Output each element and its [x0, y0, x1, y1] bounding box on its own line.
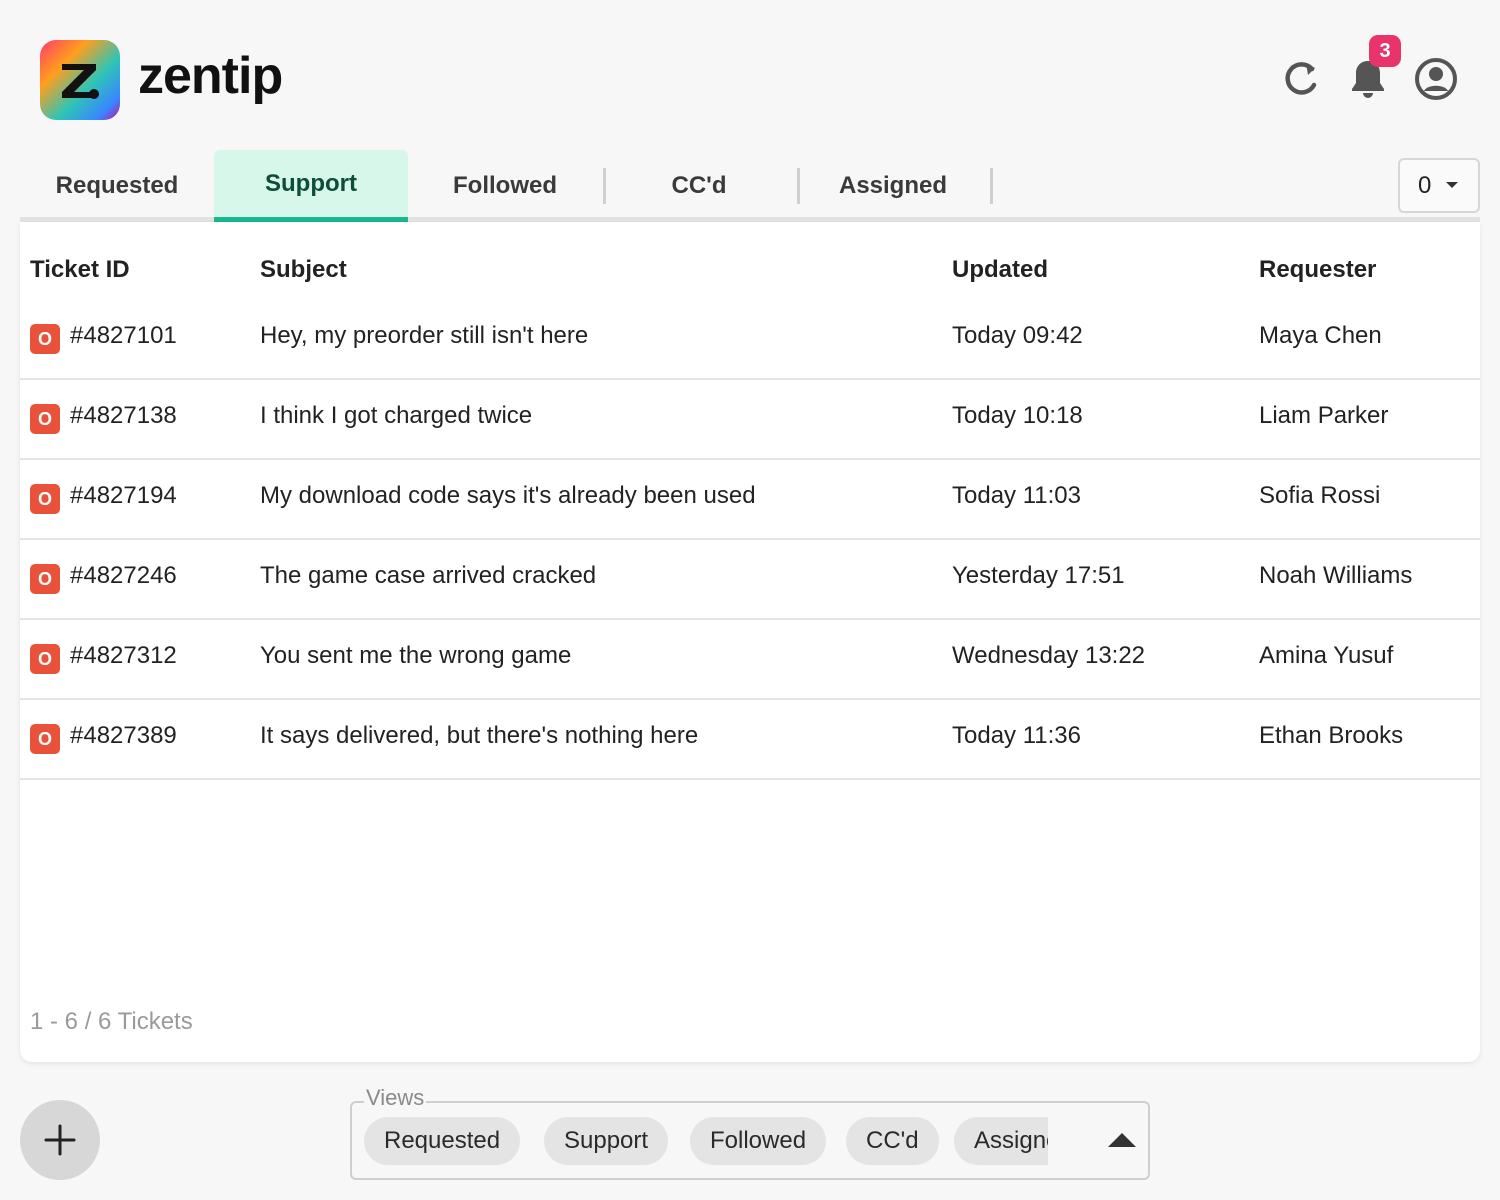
ticket-updated: Wednesday 13:22 — [952, 642, 1146, 669]
count-select[interactable]: 0 — [1398, 158, 1480, 213]
status-open-icon: O — [30, 484, 60, 514]
table-row[interactable]: O #4827312 You sent me the wrong game We… — [20, 620, 1480, 700]
ticket-requester: Noah Williams — [1259, 562, 1413, 589]
ticket-updated: Today 10:18 — [952, 402, 1083, 429]
add-ticket-button[interactable] — [20, 1100, 100, 1180]
views-selector: Requested Support Followed CC'd Assigned — [350, 1101, 1150, 1180]
tab-support[interactable]: Support — [214, 150, 408, 222]
caret-up-icon[interactable] — [1108, 1133, 1136, 1147]
ticket-requester: Amina Yusuf — [1259, 642, 1394, 669]
ticket-updated: Today 09:42 — [952, 322, 1083, 349]
views-label: Views — [364, 1085, 427, 1111]
ticket-updated: Today 11:03 — [952, 482, 1081, 509]
ticket-id: #4827312 — [70, 642, 177, 669]
table-row[interactable]: O #4827389 It says delivered, but there'… — [20, 700, 1480, 780]
tab-requested[interactable]: Requested — [20, 150, 214, 222]
tab-ccd[interactable]: CC'd — [602, 150, 796, 222]
ticket-updated: Yesterday 17:51 — [952, 562, 1125, 589]
ticket-id: #4827246 — [70, 562, 177, 589]
tab-divider — [990, 168, 993, 204]
tab-followed[interactable]: Followed — [408, 150, 602, 222]
ticket-requester: Liam Parker — [1259, 402, 1389, 429]
brand-name: zentip — [138, 47, 283, 105]
ticket-subject: It says delivered, but there's nothing h… — [260, 722, 699, 749]
status-open-icon: O — [30, 564, 60, 594]
chevron-down-icon — [1446, 182, 1458, 188]
tab-bar: Requested Support Followed CC'd Assigned — [20, 150, 1480, 222]
view-chip-requested[interactable]: Requested — [364, 1117, 521, 1165]
ticket-subject: The game case arrived cracked — [260, 562, 597, 589]
table-row[interactable]: O #4827194 My download code says it's al… — [20, 460, 1480, 540]
header-updated[interactable]: Updated — [952, 256, 1048, 284]
view-chip-assigned[interactable]: Assigned — [954, 1117, 1048, 1165]
view-chip-followed[interactable]: Followed — [690, 1117, 827, 1165]
ticket-id: #4827389 — [70, 722, 177, 749]
table-row[interactable]: O #4827138 I think I got charged twice T… — [20, 380, 1480, 460]
ticket-subject: I think I got charged twice — [260, 402, 533, 429]
profile-icon[interactable] — [1412, 55, 1460, 103]
ticket-requester: Ethan Brooks — [1259, 722, 1404, 749]
ticket-updated: Today 11:36 — [952, 722, 1081, 749]
logo — [40, 40, 120, 120]
status-open-icon: O — [30, 324, 60, 354]
count-select-value: 0 — [1418, 172, 1432, 199]
status-open-icon: O — [30, 724, 60, 754]
header-ticket-id[interactable]: Ticket ID — [30, 256, 130, 284]
ticket-id: #4827138 — [70, 402, 177, 429]
ticket-id: #4827194 — [70, 482, 177, 509]
status-open-icon: O — [30, 404, 60, 434]
refresh-icon[interactable] — [1276, 55, 1324, 103]
table-row[interactable]: O #4827101 Hey, my preorder still isn't … — [20, 300, 1480, 380]
view-chip-support[interactable]: Support — [544, 1117, 669, 1165]
ticket-id: #4827101 — [70, 322, 177, 349]
table-row[interactable]: O #4827246 The game case arrived cracked… — [20, 540, 1480, 620]
views-chip-list: Requested Support Followed CC'd Assigned — [364, 1117, 1048, 1165]
header-requester[interactable]: Requester — [1259, 256, 1376, 284]
ticket-subject: Hey, my preorder still isn't here — [260, 322, 589, 349]
header-subject[interactable]: Subject — [260, 256, 347, 284]
ticket-subject: My download code says it's already been … — [260, 482, 756, 509]
notification-badge: 3 — [1369, 35, 1401, 67]
ticket-requester: Sofia Rossi — [1259, 482, 1381, 509]
plus-icon — [44, 1124, 76, 1156]
view-chip-ccd[interactable]: CC'd — [846, 1117, 939, 1165]
ticket-count: 1 - 6 / 6 Tickets — [30, 1008, 193, 1035]
ticket-requester: Maya Chen — [1259, 322, 1382, 349]
tab-assigned[interactable]: Assigned — [796, 150, 990, 222]
ticket-subject: You sent me the wrong game — [260, 642, 572, 669]
logo-mark-icon — [62, 64, 99, 99]
ticket-table: Ticket ID Subject Updated Requester O #4… — [20, 222, 1480, 1062]
status-open-icon: O — [30, 644, 60, 674]
